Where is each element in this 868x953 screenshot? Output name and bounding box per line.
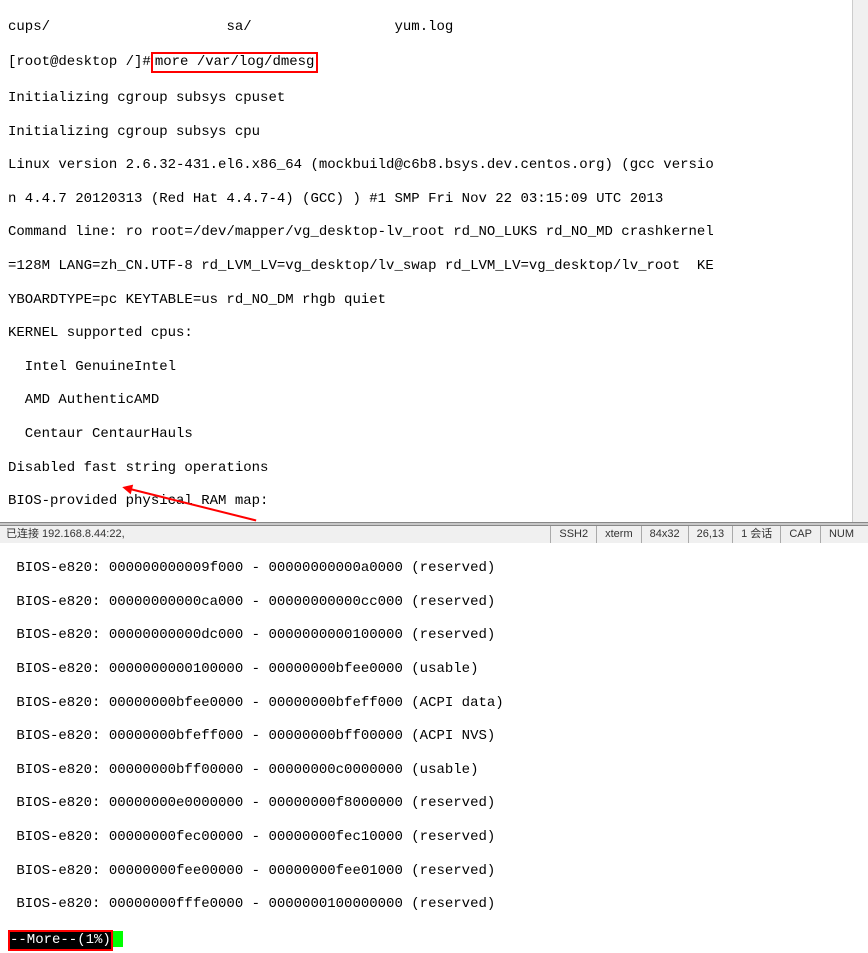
output-line: YBOARDTYPE=pc KEYTABLE=us rd_NO_DM rhgb … [8,292,860,309]
output-line: BIOS-e820: 00000000bff00000 - 00000000c0… [8,762,860,779]
more-prompt-text: --More--(1%) [10,932,111,948]
more-prompt-highlight[interactable]: --More--(1%) [8,930,113,951]
output-line: Disabled fast string operations [8,460,860,477]
status-sessions: 1 会话 [732,526,780,543]
output-line: BIOS-e820: 00000000bfee0000 - 00000000bf… [8,695,860,712]
output-line: BIOS-e820: 00000000fee00000 - 00000000fe… [8,863,860,880]
output-line: Intel GenuineIntel [8,359,860,376]
prompt-text: [root@desktop /]# [8,54,151,71]
output-line: BIOS-provided physical RAM map: [8,493,860,510]
terminal-output[interactable]: cups/ sa/ yum.log [root@desktop /]# more… [0,0,868,953]
output-line: BIOS-e820: 0000000000100000 - 00000000bf… [8,661,860,678]
output-line: BIOS-e820: 000000000009f000 - 0000000000… [8,560,860,577]
prompt-line: [root@desktop /]# more /var/log/dmesg [8,52,860,73]
command-highlight: more /var/log/dmesg [151,52,319,73]
output-line: BIOS-e820: 00000000000dc000 - 0000000000… [8,627,860,644]
status-bar: 已连接 192.168.8.44:22, SSH2 xterm 84x32 26… [0,525,868,543]
output-line: AMD AuthenticAMD [8,392,860,409]
status-term: xterm [596,526,641,543]
prev-output-line: cups/ sa/ yum.log [8,19,860,36]
output-line: Initializing cgroup subsys cpuset [8,90,860,107]
output-line: BIOS-e820: 00000000000ca000 - 0000000000… [8,594,860,611]
output-line: =128M LANG=zh_CN.UTF-8 rd_LVM_LV=vg_desk… [8,258,860,275]
status-pos: 26,13 [688,526,733,543]
output-line: Command line: ro root=/dev/mapper/vg_des… [8,224,860,241]
status-proto: SSH2 [550,526,596,543]
output-line: BIOS-e820: 00000000fec00000 - 00000000fe… [8,829,860,846]
status-num: NUM [820,526,862,543]
output-line: BIOS-e820: 00000000e0000000 - 00000000f8… [8,795,860,812]
output-line: KERNEL supported cpus: [8,325,860,342]
output-line: Centaur CentaurHauls [8,426,860,443]
scrollbar[interactable] [852,0,868,522]
output-line: Linux version 2.6.32-431.el6.x86_64 (moc… [8,157,860,174]
output-line: BIOS-e820: 00000000bfeff000 - 00000000bf… [8,728,860,745]
output-line: BIOS-e820: 00000000fffe0000 - 0000000100… [8,896,860,913]
output-line: n 4.4.7 20120313 (Red Hat 4.4.7-4) (GCC)… [8,191,860,208]
output-line: Initializing cgroup subsys cpu [8,124,860,141]
status-size: 84x32 [641,526,688,543]
cursor [113,931,123,947]
status-connection: 已连接 192.168.8.44:22, [6,528,125,541]
command-text: more /var/log/dmesg [155,54,315,70]
status-cap: CAP [780,526,820,543]
